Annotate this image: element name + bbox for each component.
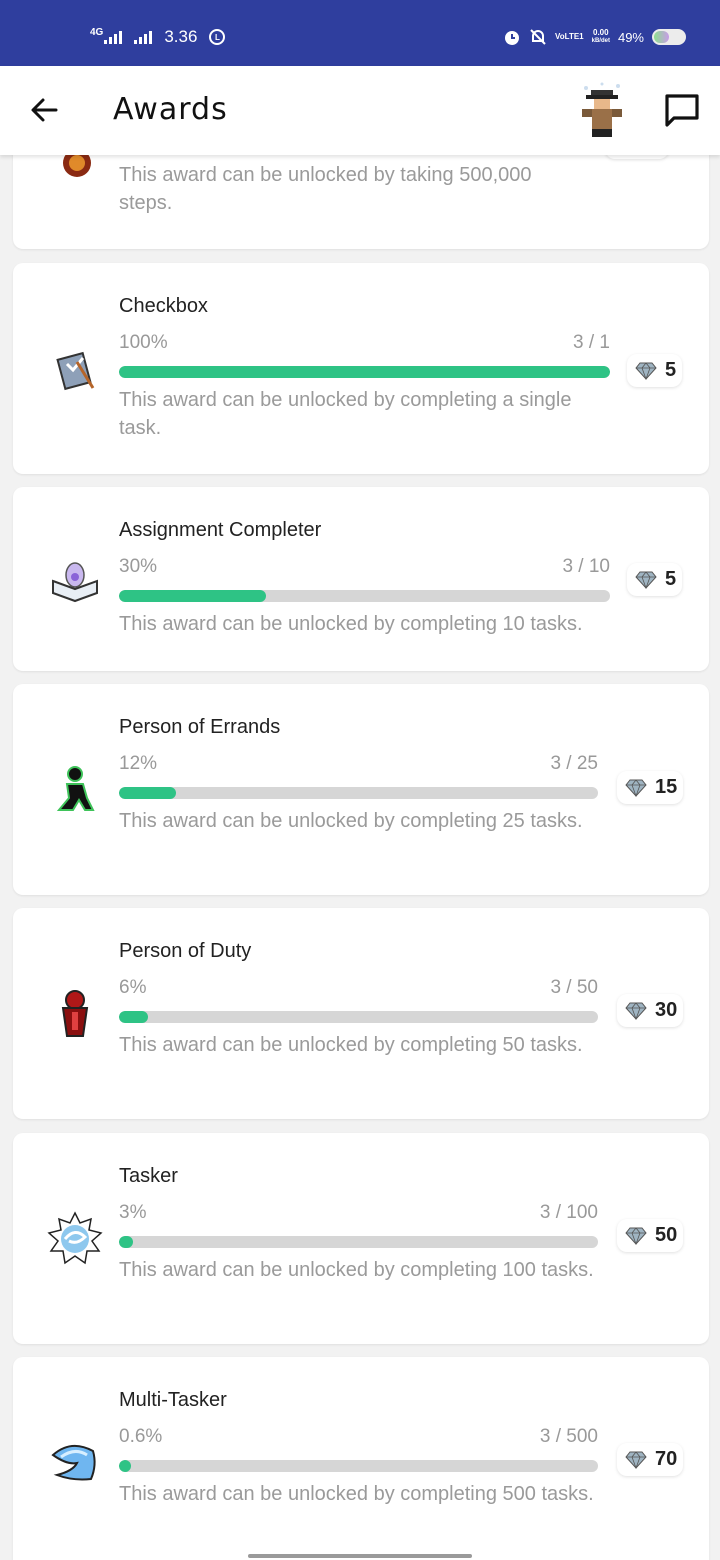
home-indicator[interactable]	[248, 1554, 472, 1558]
progress-bar	[119, 590, 610, 602]
award-count: 3 / 100	[539, 1202, 598, 1223]
progress-bar	[119, 1011, 598, 1023]
reward-amount: 70	[655, 1448, 678, 1470]
award-description: This award can be unlocked by completing…	[119, 1034, 583, 1056]
progress-bar	[119, 1236, 598, 1248]
award-card[interactable]: Multi-Tasker 0.6% 3 / 500 This award can…	[13, 1357, 709, 1560]
checkbox-badge-icon	[47, 342, 103, 398]
reward-amount: 5	[665, 359, 677, 381]
reward-amount: 50	[655, 1224, 678, 1246]
award-description: This award can be unlocked by taking 500…	[119, 164, 532, 214]
award-percent: 0.6%	[119, 1426, 163, 1447]
progress-bar	[119, 1460, 598, 1472]
award-description: This award can be unlocked by completing…	[119, 389, 572, 439]
progress-fill	[119, 366, 610, 378]
progress-bar	[119, 787, 598, 799]
award-percent: 30%	[119, 556, 158, 577]
progress-fill	[119, 787, 177, 799]
avatar[interactable]	[574, 80, 630, 140]
book-badge-icon	[47, 551, 103, 607]
diamond-icon	[635, 361, 657, 380]
diamond-icon	[625, 1001, 647, 1020]
runner-badge-icon	[47, 762, 103, 818]
diamond-icon	[625, 778, 647, 797]
award-name: Checkbox	[119, 295, 208, 317]
award-name: Person of Errands	[119, 716, 281, 738]
award-count: 3 / 1	[573, 332, 610, 353]
progress-fill	[119, 1460, 131, 1472]
status-time: 3.36	[164, 27, 198, 46]
reward-amount: 15	[655, 776, 678, 798]
page-title: Awards	[113, 92, 228, 127]
steps-badge-icon	[47, 155, 103, 191]
award-card[interactable]: Person of Duty 6% 3 / 50 This award can …	[13, 908, 709, 1119]
alarm-icon	[505, 31, 520, 45]
reward-badge: 30	[617, 994, 684, 1027]
reward-badge: 70	[617, 1443, 684, 1476]
network-type: 4G	[90, 27, 104, 38]
network-speed: 0.00 kB/det	[591, 28, 610, 45]
notification-icon: L	[209, 29, 226, 45]
reward-amount: 30	[655, 999, 678, 1021]
award-percent: 100%	[119, 332, 168, 353]
award-description: This award can be unlocked by completing…	[119, 1259, 594, 1281]
award-description: This award can be unlocked by completing…	[119, 613, 583, 635]
progress-fill	[119, 1011, 148, 1023]
reward-badge: 5	[627, 354, 683, 387]
award-name: Tasker	[119, 1165, 178, 1187]
award-percent: 6%	[119, 977, 147, 998]
mute-bell-icon	[530, 29, 546, 45]
diamond-icon	[635, 570, 657, 589]
award-count: 3 / 10	[562, 556, 610, 577]
diamond-icon	[625, 1450, 647, 1469]
battery-level	[654, 31, 669, 43]
wave-badge-icon	[47, 1435, 103, 1491]
reward-badge: 5	[627, 563, 683, 596]
knight-badge-icon	[47, 986, 103, 1042]
signal-icon	[134, 30, 153, 44]
reward-badge: 50	[617, 1219, 684, 1252]
app-bar: Awards	[0, 66, 720, 155]
award-name: Assignment Completer	[119, 519, 322, 541]
award-card[interactable]: Checkbox 100% 3 / 1 This award can be un…	[13, 263, 709, 474]
chat-icon[interactable]	[662, 90, 702, 130]
progress-fill	[119, 1236, 134, 1248]
award-description: This award can be unlocked by completing…	[119, 810, 583, 832]
award-count: 3 / 500	[539, 1426, 598, 1447]
arrow-left-icon[interactable]	[26, 92, 62, 128]
award-count: 3 / 50	[550, 977, 598, 998]
diamond-icon	[625, 1226, 647, 1245]
battery-icon	[652, 29, 686, 45]
reward-badge	[605, 155, 669, 159]
swirl-badge-icon	[47, 1211, 103, 1267]
progress-bar	[119, 366, 610, 378]
award-card[interactable]: Assignment Completer 30% 3 / 10 This awa…	[13, 487, 709, 671]
award-name: Multi-Tasker	[119, 1389, 227, 1411]
award-name: Person of Duty	[119, 940, 252, 962]
award-card[interactable]: This award can be unlocked by taking 500…	[13, 155, 709, 249]
reward-amount: 5	[665, 568, 677, 590]
award-description: This award can be unlocked by completing…	[119, 1483, 594, 1505]
award-percent: 3%	[119, 1202, 147, 1223]
award-count: 3 / 25	[550, 753, 598, 774]
status-bar: 4G 3.36 L VoLTE1 0.00 kB/det 49%	[0, 0, 720, 66]
battery-percent: 49%	[617, 29, 644, 45]
progress-fill	[119, 590, 267, 602]
reward-badge: 15	[617, 771, 684, 804]
award-card[interactable]: Tasker 3% 3 / 100 This award can be unlo…	[13, 1133, 709, 1344]
mobile-signal-icon: 4G	[90, 27, 123, 44]
volte-indicator: VoLTE1	[555, 32, 584, 41]
award-percent: 12%	[119, 753, 158, 774]
award-card[interactable]: Person of Errands 12% 3 / 25 This award …	[13, 684, 709, 895]
awards-list: This award can be unlocked by taking 500…	[0, 155, 720, 1560]
